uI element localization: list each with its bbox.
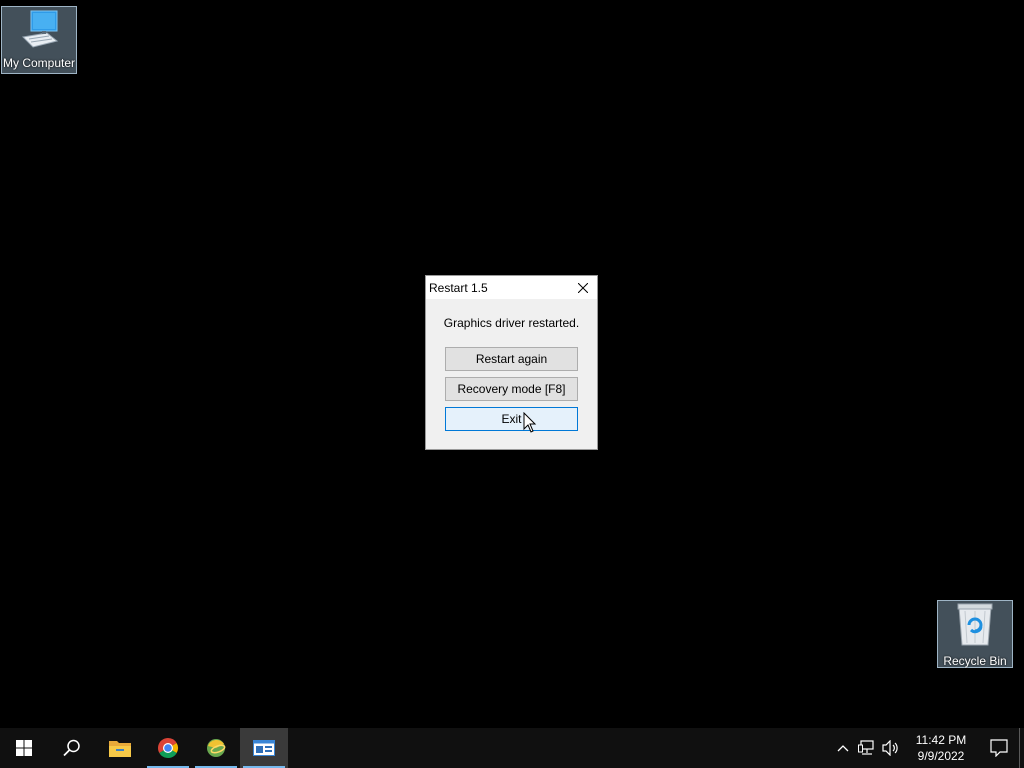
system-tray: 11:42 PM 9/9/2022 bbox=[831, 728, 1024, 768]
action-center-button[interactable] bbox=[979, 728, 1019, 768]
start-button[interactable] bbox=[0, 728, 48, 768]
desktop-icon-label: Recycle Bin bbox=[943, 654, 1007, 668]
taskbar-file-explorer[interactable] bbox=[96, 728, 144, 768]
taskbar-clock[interactable]: 11:42 PM 9/9/2022 bbox=[907, 732, 975, 764]
close-icon bbox=[578, 282, 588, 293]
network-button[interactable] bbox=[855, 728, 879, 768]
restart-again-button[interactable]: Restart again bbox=[445, 347, 578, 371]
restart-app-icon bbox=[253, 740, 275, 756]
network-icon bbox=[858, 740, 874, 755]
taskbar-chrome[interactable] bbox=[144, 728, 192, 768]
dialog-message: Graphics driver restarted. bbox=[443, 316, 580, 330]
volume-button[interactable] bbox=[879, 728, 903, 768]
computer-icon bbox=[17, 7, 61, 54]
file-explorer-icon bbox=[109, 741, 131, 757]
search-button[interactable] bbox=[48, 728, 96, 768]
close-button[interactable] bbox=[569, 276, 597, 299]
show-desktop-button[interactable] bbox=[1019, 728, 1024, 768]
notification-icon bbox=[990, 739, 1008, 757]
chrome-icon bbox=[158, 738, 178, 758]
recovery-mode-button[interactable]: Recovery mode [F8] bbox=[445, 377, 578, 401]
mouse-cursor-icon bbox=[523, 412, 537, 433]
taskbar: 11:42 PM 9/9/2022 bbox=[0, 728, 1024, 768]
dialog-title: Restart 1.5 bbox=[429, 280, 488, 295]
desktop-icon-recycle-bin[interactable]: Recycle Bin bbox=[937, 600, 1013, 668]
clock-date: 9/9/2022 bbox=[917, 749, 965, 763]
desktop-icon-label: My Computer bbox=[2, 56, 76, 70]
chevron-up-icon bbox=[837, 745, 849, 752]
dialog-titlebar[interactable]: Restart 1.5 bbox=[426, 276, 597, 299]
recycle-bin-icon bbox=[953, 601, 997, 652]
restart-dialog: Restart 1.5 Graphics driver restarted. R… bbox=[425, 275, 598, 450]
search-icon bbox=[63, 739, 80, 757]
clock-time: 11:42 PM bbox=[915, 733, 967, 747]
taskbar-restart-app[interactable] bbox=[240, 728, 288, 768]
volume-icon bbox=[882, 740, 898, 756]
show-hidden-icons-button[interactable] bbox=[831, 728, 855, 768]
start-icon bbox=[16, 740, 32, 756]
exit-button[interactable]: Exit bbox=[445, 407, 578, 431]
taskbar-app[interactable] bbox=[192, 728, 240, 768]
desktop-icon-my-computer[interactable]: My Computer bbox=[1, 6, 77, 74]
desktop: My Computer Recycle Bin Restart 1.5 Grap… bbox=[0, 0, 1024, 728]
app-icon bbox=[207, 739, 226, 757]
